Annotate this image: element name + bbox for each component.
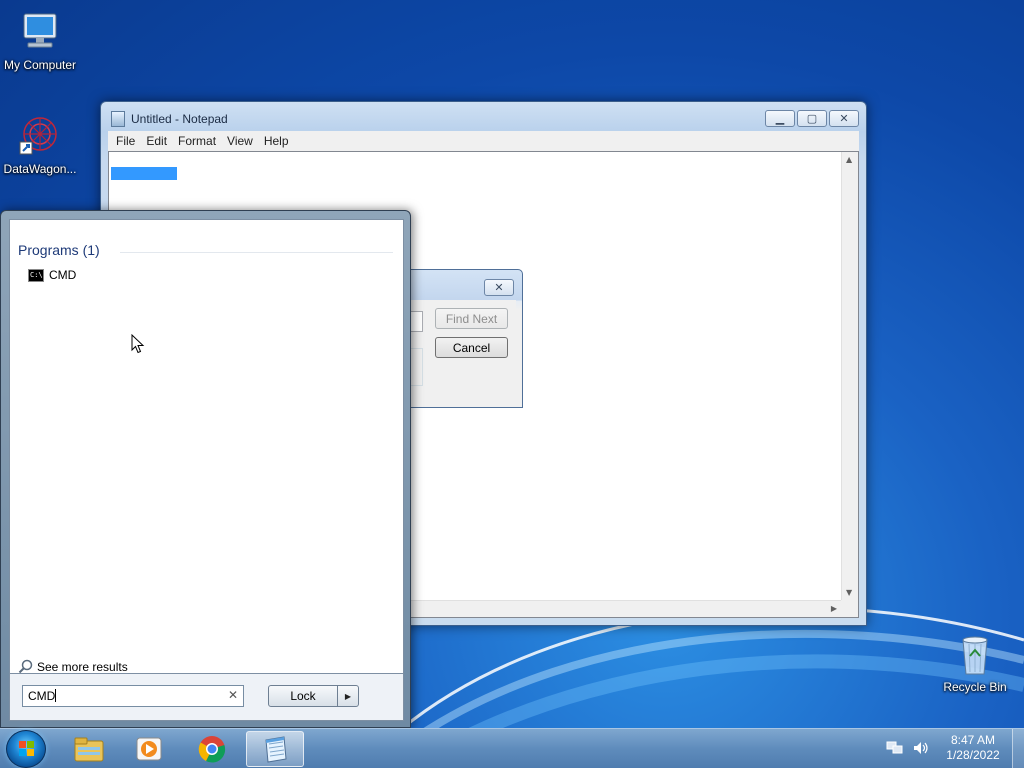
text-selection bbox=[111, 167, 177, 180]
cancel-button[interactable]: Cancel bbox=[435, 337, 508, 358]
find-next-button[interactable]: Find Next bbox=[435, 308, 508, 329]
menu-file[interactable]: File bbox=[116, 134, 135, 148]
desktop-icon-label: My Computer bbox=[3, 58, 77, 72]
see-more-results-link[interactable]: See more results bbox=[18, 659, 128, 674]
text-caret bbox=[55, 689, 57, 702]
maximize-button[interactable]: ▢ bbox=[797, 110, 827, 127]
window-title: Untitled - Notepad bbox=[131, 112, 228, 126]
taskbar-chrome[interactable] bbox=[183, 731, 241, 767]
chrome-icon bbox=[198, 736, 226, 763]
search-icon bbox=[18, 659, 33, 674]
start-search-input[interactable]: CMD ✕ bbox=[22, 685, 244, 707]
clear-search-icon[interactable]: ✕ bbox=[228, 688, 238, 702]
find-close-button[interactable]: ✕ bbox=[484, 279, 514, 296]
close-icon: ✕ bbox=[839, 112, 849, 125]
recycle-bin-icon bbox=[951, 630, 999, 678]
clock-time: 8:47 AM bbox=[950, 733, 996, 747]
see-more-label: See more results bbox=[37, 659, 128, 674]
menu-edit[interactable]: Edit bbox=[146, 134, 167, 148]
search-results-panel: Programs (1) C:\ CMD See more results bbox=[9, 219, 404, 674]
taskbar: 8:47 AM 1/28/2022 bbox=[0, 728, 1024, 768]
system-tray: 8:47 AM 1/28/2022 bbox=[886, 733, 1008, 763]
taskbar-media-player[interactable] bbox=[120, 731, 178, 767]
show-desktop-button[interactable] bbox=[1012, 729, 1024, 768]
desktop-icon-my-computer[interactable]: My Computer bbox=[0, 8, 80, 72]
desktop-icon-label: DataWagon... bbox=[3, 162, 77, 176]
close-button[interactable]: ✕ bbox=[829, 110, 859, 127]
desktop-icon-recycle-bin[interactable]: Recycle Bin bbox=[935, 630, 1015, 694]
windows-logo-icon bbox=[19, 741, 35, 757]
notepad-icon bbox=[111, 111, 125, 127]
file-explorer-icon bbox=[74, 737, 104, 762]
search-value: CMD bbox=[28, 689, 56, 703]
scroll-down-icon[interactable]: ▼ bbox=[846, 588, 852, 597]
lock-button[interactable]: Lock bbox=[268, 685, 338, 707]
section-header: Programs (1) bbox=[18, 242, 100, 258]
clock-date: 1/28/2022 bbox=[946, 748, 1000, 762]
menu-bar: File Edit Format View Help bbox=[108, 131, 859, 151]
computer-icon bbox=[16, 8, 64, 56]
mouse-cursor-icon bbox=[131, 334, 145, 354]
chevron-right-icon: ▶ bbox=[344, 691, 352, 701]
taskbar-clock[interactable]: 8:47 AM 1/28/2022 bbox=[938, 733, 1008, 763]
caption-buttons: ▁ ▢ ✕ bbox=[765, 110, 859, 127]
scroll-right-icon[interactable]: ▶ bbox=[831, 604, 837, 613]
close-icon: ✕ bbox=[494, 281, 504, 294]
taskbar-notepad[interactable] bbox=[246, 731, 304, 767]
maximize-icon: ▢ bbox=[806, 112, 818, 125]
vertical-scrollbar[interactable]: ▲ ▼ bbox=[841, 152, 858, 600]
desktop-icon-datawagon[interactable]: DataWagon... bbox=[0, 112, 80, 176]
menu-format[interactable]: Format bbox=[178, 134, 216, 148]
minimize-button[interactable]: ▁ bbox=[765, 110, 795, 127]
start-menu-footer: CMD ✕ Lock ▶ bbox=[9, 674, 404, 721]
menu-view[interactable]: View bbox=[227, 134, 253, 148]
result-label: CMD bbox=[49, 268, 77, 282]
volume-icon[interactable] bbox=[912, 740, 930, 756]
notepad-icon bbox=[265, 736, 287, 763]
minimize-icon: ▁ bbox=[775, 112, 785, 125]
result-item-cmd[interactable]: C:\ CMD bbox=[28, 268, 76, 282]
start-button[interactable] bbox=[6, 730, 46, 768]
section-divider bbox=[120, 252, 393, 253]
resize-grip[interactable] bbox=[841, 600, 858, 617]
start-menu[interactable]: Programs (1) C:\ CMD See more results CM… bbox=[0, 210, 411, 728]
taskbar-file-explorer[interactable] bbox=[60, 731, 118, 767]
scroll-up-icon[interactable]: ▲ bbox=[846, 155, 852, 164]
network-icon[interactable] bbox=[886, 740, 904, 756]
media-player-icon bbox=[136, 737, 162, 761]
menu-help[interactable]: Help bbox=[264, 134, 289, 148]
power-options-button[interactable]: ▶ bbox=[337, 685, 359, 707]
datawagon-icon bbox=[16, 112, 64, 160]
desktop-icon-label: Recycle Bin bbox=[943, 680, 1007, 694]
cmd-icon: C:\ bbox=[28, 268, 44, 282]
